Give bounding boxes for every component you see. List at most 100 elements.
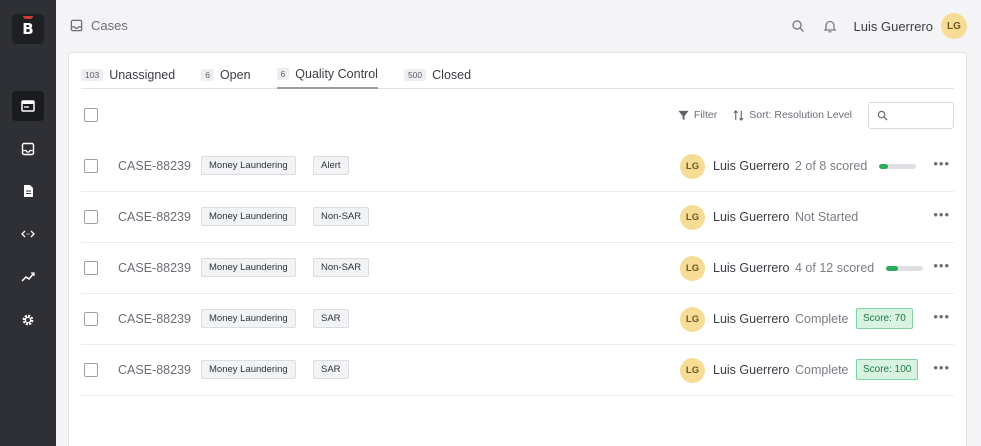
top-header: Cases Luis Guerrero LG	[56, 0, 981, 52]
settings-icon	[22, 314, 34, 326]
case-list: CASE-88239 Money Laundering Alert LG Luis Gu…	[81, 141, 954, 396]
row-checkbox[interactable]	[84, 261, 98, 275]
user-avatar[interactable]: LG	[941, 13, 967, 39]
tab-closed[interactable]: 500 Closed	[403, 65, 472, 89]
review-status: Complete	[795, 312, 849, 326]
case-row[interactable]: CASE-88239 Money Laundering Non-SAR LG Luis …	[81, 192, 954, 243]
filter-button[interactable]: Filter	[678, 109, 717, 121]
assignee-name: Luis Guerrero	[713, 261, 790, 275]
inbox-icon	[21, 142, 35, 156]
sort-label: Sort: Resolution Level	[749, 109, 852, 121]
code-icon	[21, 230, 35, 238]
tab-count-badge: 6	[276, 68, 290, 80]
sidebar-item-analytics[interactable]	[12, 262, 44, 292]
score-progress-bar	[886, 266, 923, 271]
cases-panel: 103 Unassigned 6 Open 6 Quality Control 500 Clo…	[68, 52, 967, 446]
bell-icon	[822, 20, 837, 33]
assignee-avatar: LG	[680, 358, 705, 383]
breadcrumb[interactable]: Cases	[70, 18, 128, 33]
progress-fill	[879, 164, 889, 169]
type-tag: SAR	[313, 360, 349, 379]
filter-label: Filter	[693, 109, 718, 121]
type-tag: Alert	[313, 156, 349, 175]
case-id[interactable]: CASE-88239	[118, 210, 191, 224]
tab-count-badge: 103	[81, 69, 104, 81]
search-input[interactable]	[868, 101, 954, 129]
tab-label: Unassigned	[109, 68, 176, 82]
logo-letter: B	[22, 20, 34, 38]
case-id[interactable]: CASE-88239	[118, 363, 191, 377]
review-status: 4 of 12 scored	[795, 261, 875, 275]
row-checkbox[interactable]	[84, 363, 98, 377]
case-row[interactable]: CASE-88239 Money Laundering Non-SAR LG Luis …	[81, 243, 954, 294]
review-status: Not Started	[795, 210, 859, 224]
assignee-name: Luis Guerrero	[713, 159, 790, 173]
assignee-name: Luis Guerrero	[713, 210, 790, 224]
breadcrumb-label: Cases	[91, 18, 128, 33]
category-tag: Money Laundering	[201, 156, 296, 175]
assignee-name: Luis Guerrero	[713, 363, 790, 377]
sort-icon	[733, 109, 744, 121]
type-tag: Non-SAR	[313, 207, 370, 226]
sidebar-item-cases[interactable]	[12, 91, 44, 121]
row-checkbox[interactable]	[84, 210, 98, 224]
list-toolbar: Filter Sort: Resolution Level	[81, 101, 954, 129]
tab-label: Open	[219, 68, 251, 82]
app-logo[interactable]: B	[12, 14, 44, 44]
row-more-menu[interactable]: •••	[933, 259, 950, 272]
assignee-avatar: LG	[680, 205, 705, 230]
sidebar-item-code[interactable]	[12, 219, 44, 249]
review-status: 2 of 8 scored	[795, 159, 868, 173]
tab-count-badge: 6	[201, 69, 214, 81]
sort-button[interactable]: Sort: Resolution Level	[733, 109, 852, 121]
tab-quality-control[interactable]: 6 Quality Control	[276, 65, 378, 89]
case-row[interactable]: CASE-88239 Money Laundering SAR LG Luis Guer…	[81, 294, 954, 345]
assignee-avatar: LG	[680, 154, 705, 179]
cases-icon	[21, 100, 35, 112]
case-id[interactable]: CASE-88239	[118, 261, 191, 275]
document-icon	[24, 185, 33, 197]
progress-fill	[886, 266, 899, 271]
row-more-menu[interactable]: •••	[933, 310, 950, 323]
inbox-icon	[70, 19, 83, 32]
category-tag: Money Laundering	[201, 258, 296, 277]
tab-count-badge: 500	[403, 69, 427, 81]
case-id[interactable]: CASE-88239	[118, 312, 191, 326]
select-all-checkbox[interactable]	[84, 108, 98, 122]
assignee-avatar: LG	[680, 307, 705, 332]
score-badge: Score: 100	[856, 359, 919, 380]
row-more-menu[interactable]: •••	[933, 208, 950, 221]
case-row[interactable]: CASE-88239 Money Laundering SAR LG Luis Guer…	[81, 345, 954, 396]
case-tabs: 103 Unassigned 6 Open 6 Quality Control 500 Clo…	[81, 65, 954, 89]
sidebar-item-settings[interactable]	[12, 305, 44, 335]
search-icon	[877, 110, 888, 121]
case-row[interactable]: CASE-88239 Money Laundering Alert LG Luis Gu…	[81, 141, 954, 192]
type-tag: SAR	[313, 309, 349, 328]
search-icon	[791, 20, 804, 33]
sidebar-item-inbox[interactable]	[12, 134, 44, 164]
tab-open[interactable]: 6 Open	[201, 65, 251, 89]
notifications-button[interactable]	[822, 18, 838, 34]
assignee-avatar: LG	[680, 256, 705, 281]
score-badge: Score: 70	[856, 308, 913, 329]
row-more-menu[interactable]: •••	[933, 157, 950, 170]
case-id[interactable]: CASE-88239	[118, 159, 191, 173]
row-checkbox[interactable]	[84, 312, 98, 326]
category-tag: Money Laundering	[201, 360, 296, 379]
user-name[interactable]: Luis Guerrero	[854, 19, 933, 34]
score-progress-bar	[879, 164, 916, 169]
filter-icon	[678, 110, 689, 120]
type-tag: Non-SAR	[313, 258, 370, 277]
category-tag: Money Laundering	[201, 207, 296, 226]
sidebar: B	[0, 0, 56, 446]
tab-unassigned[interactable]: 103 Unassigned	[81, 65, 175, 89]
category-tag: Money Laundering	[201, 309, 296, 328]
review-status: Complete	[795, 363, 849, 377]
row-checkbox[interactable]	[84, 159, 98, 173]
assignee-name: Luis Guerrero	[713, 312, 790, 326]
sidebar-item-documents[interactable]	[12, 176, 44, 206]
tab-label: Closed	[432, 68, 472, 82]
search-button[interactable]	[790, 18, 806, 34]
tab-label: Quality Control	[295, 67, 378, 81]
row-more-menu[interactable]: •••	[933, 361, 950, 374]
